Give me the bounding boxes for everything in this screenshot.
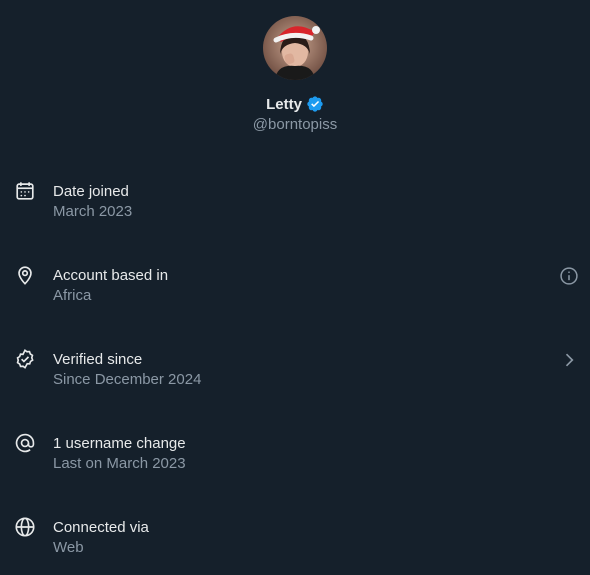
at-sign-icon (14, 432, 36, 454)
chevron-right-icon[interactable] (559, 350, 579, 370)
row-title: 1 username change (53, 435, 186, 452)
row-date-joined: Date joined March 2023 (0, 160, 590, 244)
row-title: Account based in (53, 267, 169, 284)
row-username-changes: 1 username change Last on March 2023 (0, 412, 590, 496)
row-title: Date joined (53, 183, 129, 200)
profile-header: Letty @borntopiss (0, 16, 590, 133)
row-subtitle: Web (53, 539, 84, 556)
row-subtitle: Since December 2024 (53, 371, 202, 388)
row-text: Verified since Since December 2024 (53, 350, 201, 389)
row-subtitle: Africa (53, 287, 92, 304)
display-name: Letty (266, 95, 302, 113)
about-account-panel: Letty @borntopiss Date joined March 2023… (0, 0, 590, 575)
row-text: Connected via Web (53, 518, 149, 557)
row-title: Connected via (53, 519, 149, 536)
row-text: Account based in Africa (53, 266, 168, 305)
row-title: Verified since (53, 351, 143, 368)
verified-badge-outline-icon (14, 348, 36, 370)
calendar-icon (14, 180, 36, 202)
row-text: 1 username change Last on March 2023 (53, 434, 186, 473)
username-handle: @borntopiss (252, 116, 338, 133)
row-connected-via: Connected via Web (0, 496, 590, 575)
row-text: Date joined March 2023 (53, 182, 132, 221)
avatar[interactable] (263, 16, 327, 80)
globe-icon (14, 516, 36, 538)
row-verified-since[interactable]: Verified since Since December 2024 (0, 328, 590, 412)
row-account-based-in: Account based in Africa (0, 244, 590, 328)
verified-badge-icon (306, 95, 324, 113)
location-pin-icon (14, 264, 36, 286)
row-subtitle: Last on March 2023 (53, 455, 186, 472)
info-icon[interactable] (559, 266, 579, 286)
account-info-list: Date joined March 2023 Account based in … (0, 160, 590, 575)
name-line: Letty (0, 93, 590, 115)
row-subtitle: March 2023 (53, 203, 133, 220)
